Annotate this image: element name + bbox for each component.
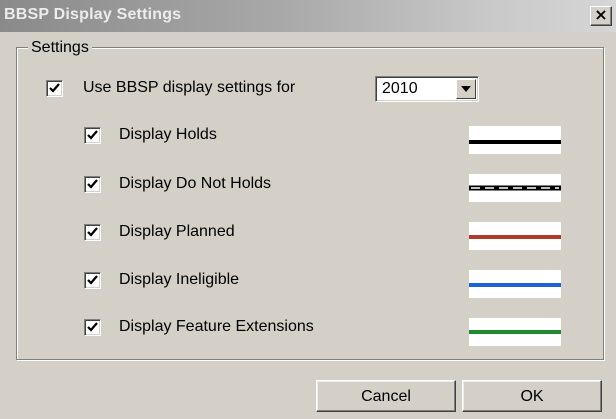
line-style-preview <box>469 235 561 239</box>
planned-line-swatch <box>469 222 561 250</box>
year-select[interactable]: 2010 <box>375 76 479 102</box>
settings-group-label: Settings <box>28 39 92 56</box>
chevron-down-icon <box>461 86 471 92</box>
feature-extensions-line-swatch <box>469 318 561 346</box>
line-style-preview <box>469 140 561 144</box>
display-ineligible-checkbox[interactable] <box>84 272 101 289</box>
close-icon: × <box>594 5 608 24</box>
display-feature-extensions-checkbox[interactable] <box>84 319 101 336</box>
window-title: BBSP Display Settings <box>4 6 182 23</box>
year-select-dropdown-button[interactable] <box>456 79 476 99</box>
line-style-preview <box>469 185 561 191</box>
line-style-preview <box>469 330 561 334</box>
bbsp-display-settings-dialog: BBSP Display Settings × Settings Use BBS… <box>0 0 616 419</box>
cancel-button[interactable]: Cancel <box>316 380 456 412</box>
display-holds-label: Display Holds <box>119 126 217 143</box>
display-feature-extensions-label: Display Feature Extensions <box>119 318 314 335</box>
title-bar: BBSP Display Settings × <box>0 0 616 32</box>
ok-button[interactable]: OK <box>462 380 602 412</box>
year-select-value: 2010 <box>382 80 418 97</box>
display-planned-label: Display Planned <box>119 223 235 240</box>
checkmark-icon <box>87 322 98 332</box>
use-bbsp-settings-checkbox[interactable] <box>46 80 63 97</box>
display-holds-checkbox[interactable] <box>84 127 101 144</box>
close-button[interactable]: × <box>590 6 612 26</box>
checkmark-icon <box>87 130 98 140</box>
line-style-preview <box>469 283 561 287</box>
display-planned-checkbox[interactable] <box>84 224 101 241</box>
ineligible-line-swatch <box>469 270 561 298</box>
checkmark-icon <box>87 179 98 189</box>
use-bbsp-settings-label: Use BBSP display settings for <box>83 79 296 96</box>
holds-line-swatch <box>469 126 561 154</box>
display-do-not-holds-checkbox[interactable] <box>84 176 101 193</box>
checkmark-icon <box>87 275 98 285</box>
checkmark-icon <box>49 83 60 93</box>
do-not-holds-line-swatch <box>469 174 561 202</box>
checkmark-icon <box>87 227 98 237</box>
display-do-not-holds-label: Display Do Not Holds <box>119 175 272 192</box>
display-ineligible-label: Display Ineligible <box>119 271 240 288</box>
